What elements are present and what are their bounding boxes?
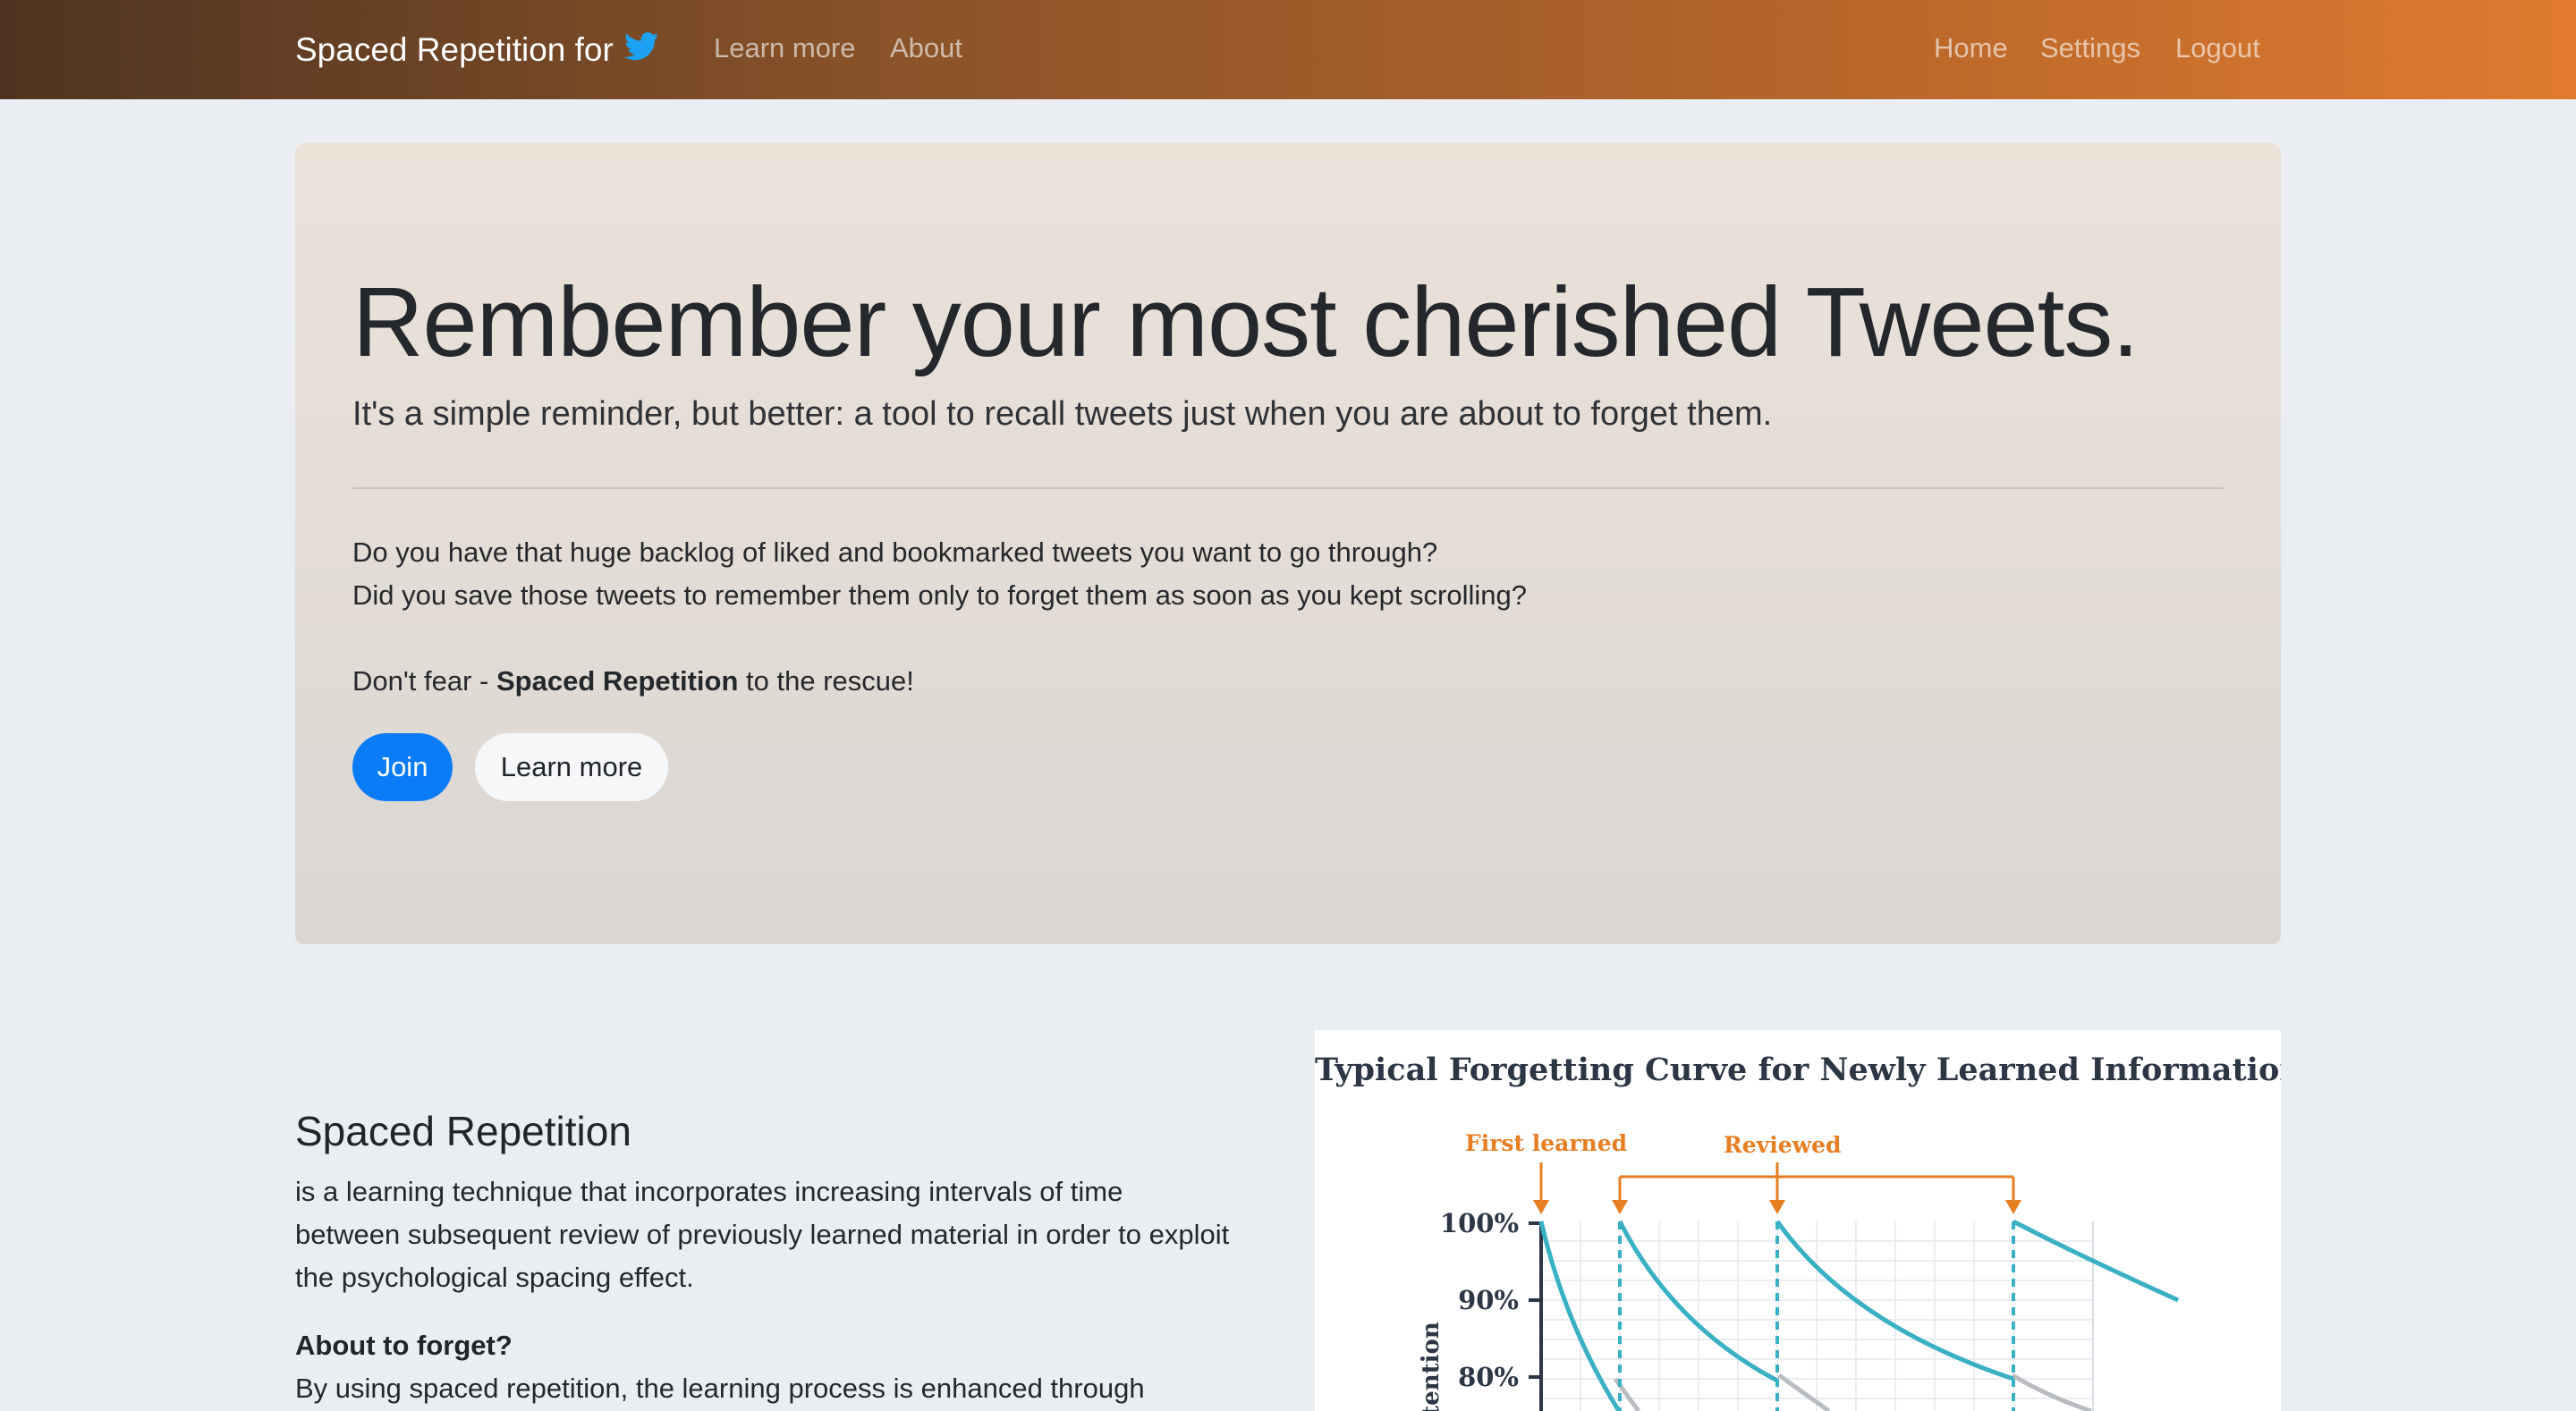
- hero-rescue-line: Don't fear - Spaced Repetition to the re…: [352, 665, 914, 697]
- retention-curves: [1538, 1219, 2180, 1411]
- nav-logout-link[interactable]: Logout: [2175, 32, 2260, 64]
- nav-home-link[interactable]: Home: [1934, 32, 2008, 64]
- forgetting-curve-figure: Typical Forgetting Curve for Newly Learn…: [1315, 1030, 2281, 1411]
- section-description-2: By using spaced repetition, the learning…: [295, 1373, 1145, 1404]
- nav-learn-more-link[interactable]: Learn more: [714, 32, 856, 64]
- hero-title: Rembember your most cherished Tweets.: [352, 267, 2140, 377]
- brand[interactable]: Spaced Repetition for: [295, 29, 658, 72]
- hero-subtitle: It's a simple reminder, but better: a to…: [352, 395, 1773, 433]
- nav-about-link[interactable]: About: [890, 32, 962, 64]
- forgetting-curve-graphic: 100% 90% 80% Retention First learned Rev…: [1418, 1130, 2180, 1411]
- section-subheading: About to forget?: [295, 1330, 513, 1361]
- reviewed-label: Reviewed: [1724, 1132, 1842, 1158]
- y-tick-80: 80%: [1458, 1362, 1519, 1392]
- annotation-arrowheads: [1533, 1200, 2021, 1214]
- rescue-suffix: to the rescue!: [738, 665, 914, 697]
- gray-decay-curves: [1613, 1373, 2092, 1411]
- first-learned-label: First learned: [1465, 1130, 1627, 1156]
- hero-question-1: Do you have that huge backlog of liked a…: [352, 537, 1438, 568]
- y-tick-90: 90%: [1458, 1285, 1519, 1315]
- hero-jumbotron: Rembember your most cherished Tweets. It…: [295, 143, 2281, 944]
- learn-more-button[interactable]: Learn more: [475, 733, 668, 801]
- rescue-bold: Spaced Repetition: [496, 665, 739, 697]
- rescue-prefix: Don't fear -: [352, 665, 496, 697]
- y-axis-label: Retention: [1418, 1322, 1445, 1411]
- join-button[interactable]: Join: [352, 733, 453, 801]
- hero-divider: [352, 487, 2224, 489]
- twitter-bird-icon: [623, 31, 658, 70]
- brand-text: Spaced Repetition for: [295, 31, 614, 68]
- annotation-brackets: [1539, 1162, 2015, 1204]
- chart-grid: [1540, 1221, 2093, 1411]
- top-navbar: Spaced Repetition for Learn more About H…: [0, 0, 2576, 99]
- section-title: Spaced Repetition: [295, 1108, 631, 1154]
- y-axis-ticks: [1529, 1221, 1541, 1379]
- section-description: is a learning technique that incorporate…: [295, 1176, 1230, 1293]
- y-tick-100: 100%: [1440, 1208, 1519, 1238]
- nav-settings-link[interactable]: Settings: [2040, 32, 2140, 64]
- hero-question-2: Did you save those tweets to remember th…: [352, 579, 1527, 611]
